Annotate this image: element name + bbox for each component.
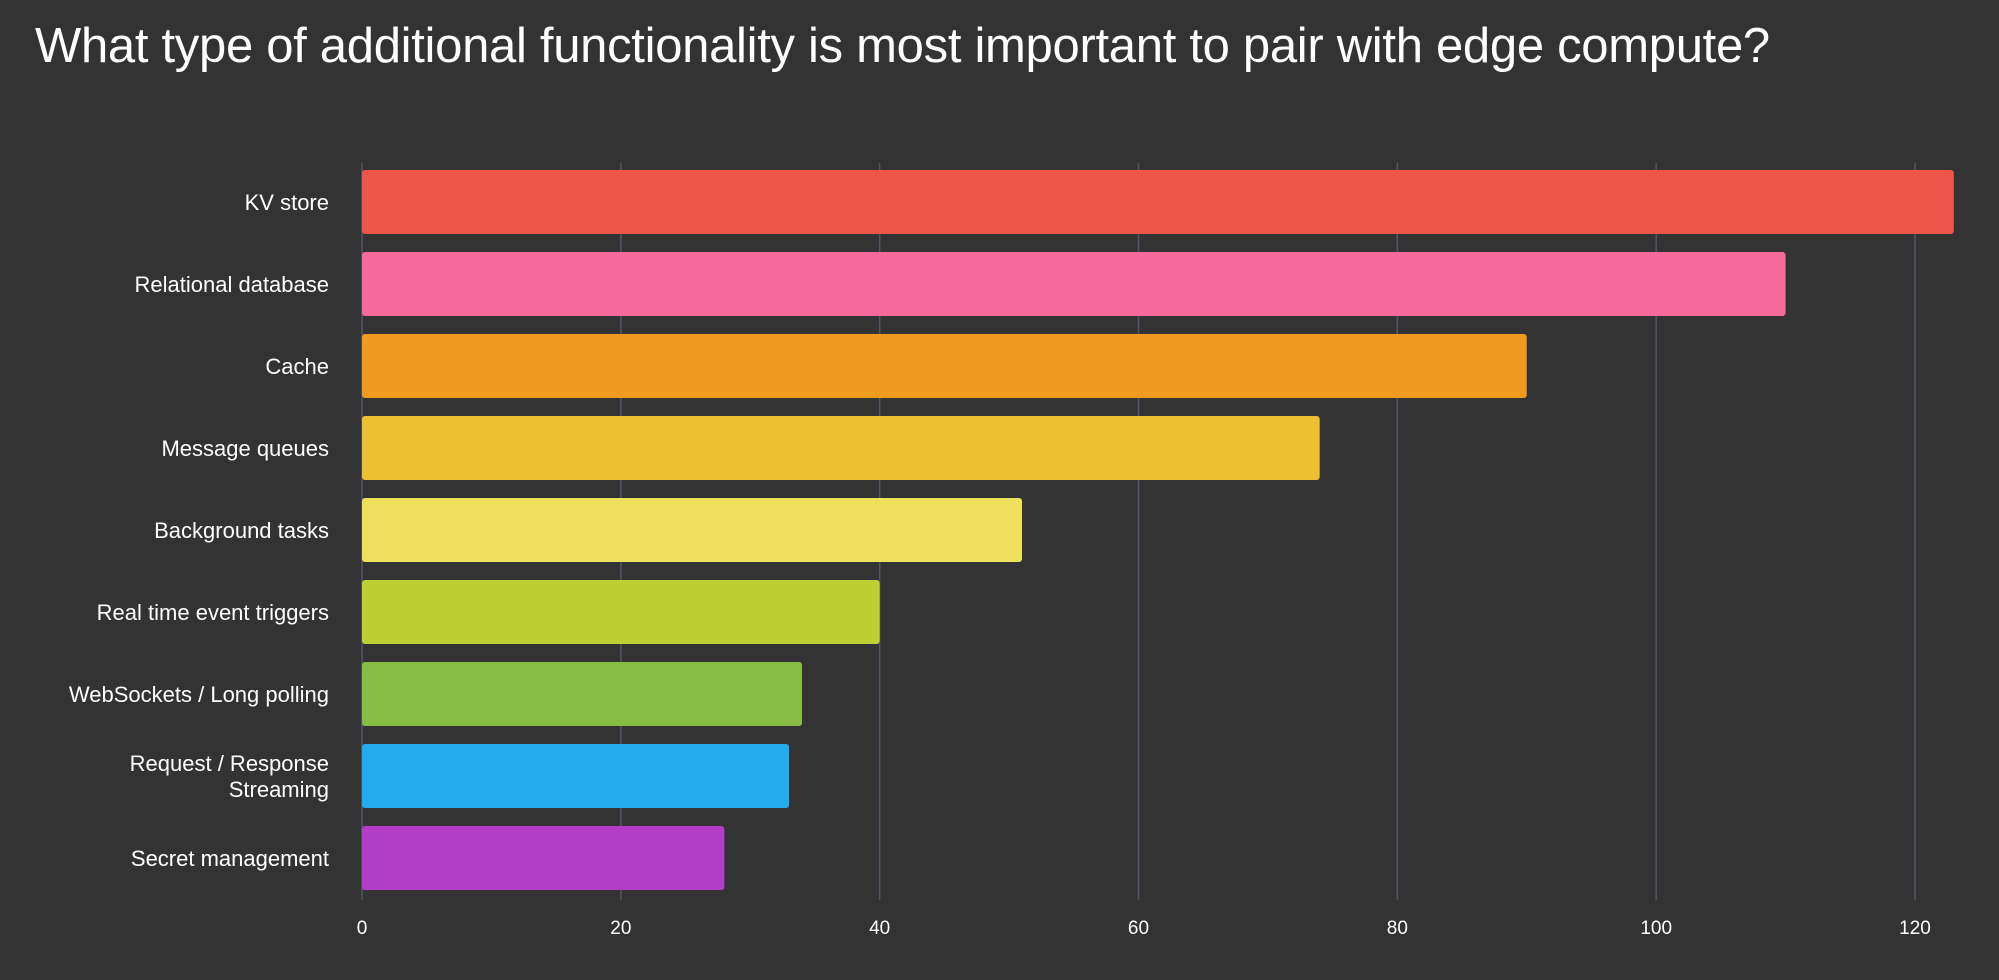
- bar[interactable]: [362, 744, 790, 808]
- category-label: Request / Response Streaming: [130, 751, 329, 802]
- bar[interactable]: [362, 334, 1527, 398]
- category-label: WebSockets / Long polling: [69, 682, 329, 707]
- x-tick-label: 60: [1128, 918, 1149, 939]
- x-tick-label: 100: [1640, 918, 1672, 939]
- bar[interactable]: [362, 580, 880, 644]
- x-tick-label: 80: [1387, 918, 1408, 939]
- x-tick-label: 20: [610, 918, 631, 939]
- x-tick-label: 120: [1899, 918, 1931, 939]
- category-label: Real time event triggers: [97, 600, 329, 625]
- bar[interactable]: [362, 252, 1786, 316]
- category-label: KV store: [245, 190, 329, 215]
- bar[interactable]: [362, 662, 803, 726]
- category-label: Message queues: [161, 436, 329, 461]
- x-tick-label: 40: [869, 918, 890, 939]
- bar[interactable]: [362, 170, 1954, 234]
- category-label: Background tasks: [154, 518, 329, 543]
- bar[interactable]: [362, 498, 1023, 562]
- category-label: Secret management: [131, 846, 329, 871]
- x-tick-labels: 0 20 40 60 80 100 120: [357, 918, 1931, 939]
- category-label: Cache: [265, 354, 329, 379]
- category-labels: KV store Relational database Cache Message …: [69, 190, 329, 871]
- category-label: Relational database: [135, 272, 329, 297]
- bar[interactable]: [362, 416, 1320, 480]
- bar[interactable]: [362, 826, 725, 890]
- bar-chart: KV store Relational database Cache Message …: [69, 163, 1954, 939]
- bars: [362, 170, 1954, 890]
- x-tick-label: 0: [357, 918, 368, 939]
